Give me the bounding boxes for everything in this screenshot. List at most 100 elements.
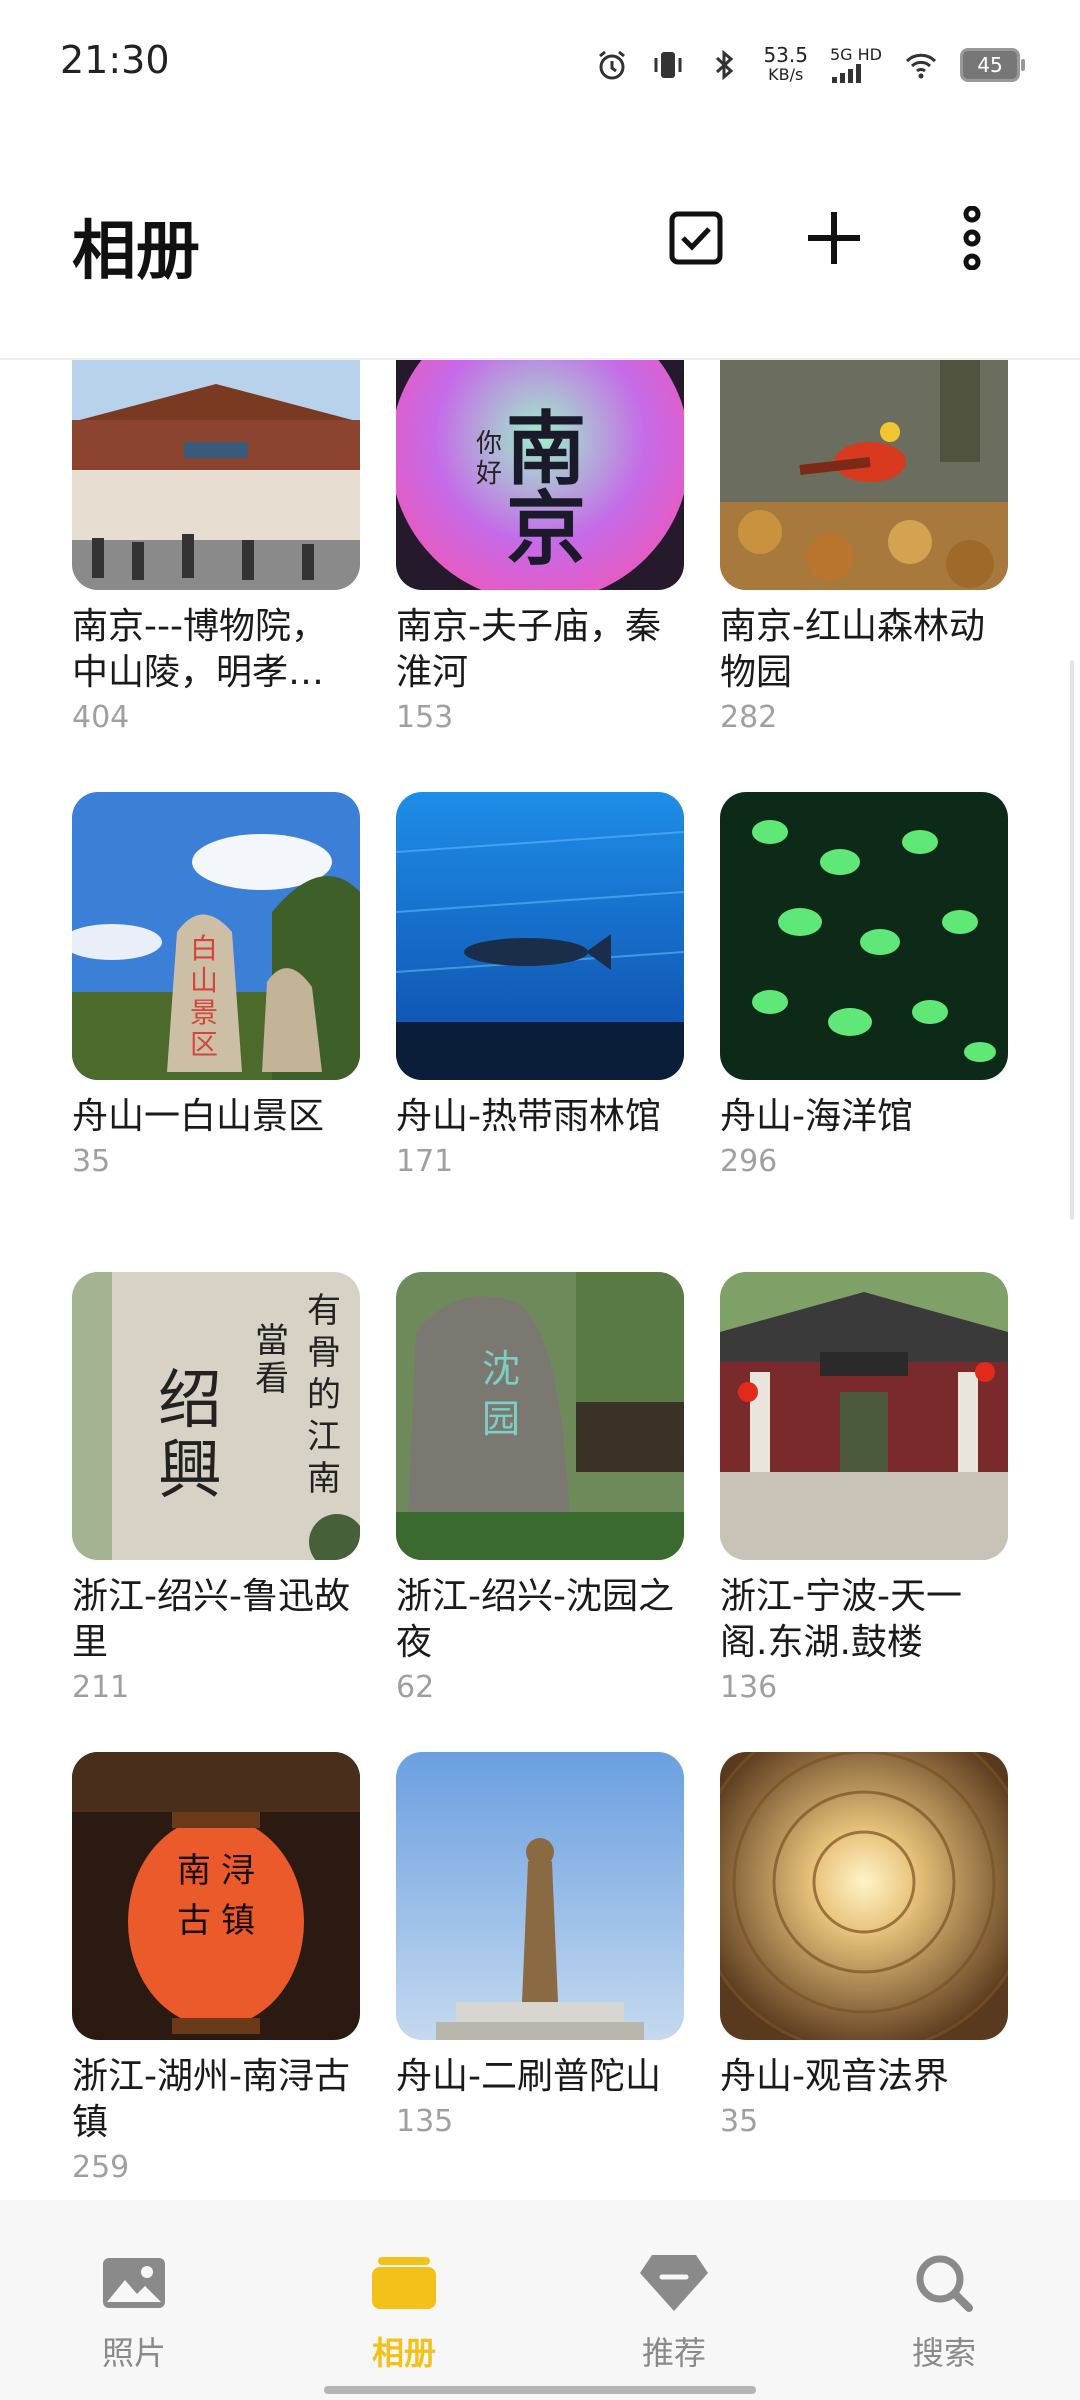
album-name: 舟山-海洋馆: [720, 1096, 913, 1137]
nav-tab-photos[interactable]: 照片: [44, 2248, 224, 2374]
more-icon: [963, 206, 981, 270]
thumb-text: 京: [506, 483, 586, 576]
album-card[interactable]: 舟山-海洋馆 296: [720, 792, 1008, 1179]
thumb-text: 区: [190, 1028, 218, 1061]
scrollbar[interactable]: [1070, 660, 1074, 1220]
thumb-text: 白: [190, 932, 218, 965]
battery-level: 45: [977, 53, 1003, 77]
album-name: 舟山-观音法界: [720, 2056, 949, 2097]
nav-tab-albums[interactable]: 相册: [314, 2248, 494, 2374]
album-count: 404: [72, 700, 130, 735]
status-icons: 53.5 KB/s 5G HD 45: [595, 40, 1025, 90]
album-thumbnail[interactable]: [720, 1752, 1008, 2040]
album-name: 舟山-热带雨林馆: [396, 1096, 661, 1137]
album-name: 浙江-湖州-南浔古镇: [72, 2056, 350, 2143]
album-count: 62: [396, 1670, 435, 1705]
nav-label-albums: 相册: [371, 2334, 436, 2372]
nav-label-photos: 照片: [101, 2334, 166, 2372]
thumb-text: 园: [482, 1397, 520, 1441]
net-speed: 53.5 KB/s: [763, 45, 808, 85]
album-grid: 南京---博物院，中山陵，明孝… 404 你好南京 南京-夫子庙，秦淮河 153…: [0, 360, 1080, 2200]
album-thumbnail[interactable]: [396, 1752, 684, 2040]
album-thumbnail[interactable]: 南浔古镇: [72, 1752, 360, 2040]
thumb-text: 當: [255, 1321, 289, 1361]
net-speed-unit: KB/s: [768, 65, 804, 84]
album-thumbnail[interactable]: 白山景区: [72, 792, 360, 1080]
album-card[interactable]: 南京---博物院，中山陵，明孝… 404: [72, 360, 360, 735]
album-name: 舟山一白山景区: [72, 1096, 325, 1137]
album-thumbnail[interactable]: [720, 360, 1008, 590]
thumb-text: 的: [307, 1375, 341, 1415]
thumb-text: 南: [307, 1459, 341, 1499]
bottom-nav: 照片 相册 推荐 搜索: [0, 2200, 1080, 2400]
status-bar: 21:30 53.5 KB/s 5G HD 45: [0, 0, 1080, 120]
thumb-text: 骨: [307, 1333, 341, 1373]
signal-group: 5G HD: [830, 47, 882, 83]
thumb-text: 江: [307, 1417, 341, 1457]
album-thumbnail[interactable]: 你好南京: [396, 360, 684, 590]
album-count: 282: [720, 700, 778, 735]
album-thumbnail[interactable]: [72, 360, 360, 590]
album-count: 135: [396, 2104, 454, 2139]
page-title: 相册: [72, 215, 200, 289]
nav-tab-search[interactable]: 搜索: [854, 2248, 1034, 2374]
album-card[interactable]: 你好南京 南京-夫子庙，秦淮河 153: [396, 360, 684, 735]
album-card[interactable]: 浙江-宁波-天一阁.东湖.鼓楼 136: [720, 1272, 1008, 1705]
wifi-icon: [905, 53, 937, 79]
signal-icon: [831, 64, 861, 83]
album-icon: [372, 2257, 436, 2309]
thumb-text: 绍: [158, 1364, 222, 1438]
net-speed-value: 53.5: [763, 43, 808, 67]
thumb-text: 镇: [221, 1901, 255, 1941]
select-button[interactable]: [656, 198, 736, 278]
home-indicator[interactable]: [324, 2386, 756, 2394]
album-card[interactable]: 南浔古镇 浙江-湖州-南浔古镇 259: [72, 1752, 360, 2185]
vibrate-icon: [654, 52, 682, 78]
nav-label-search: 搜索: [911, 2334, 976, 2372]
nav-icon-wrap: [584, 2248, 764, 2318]
album-thumbnail[interactable]: 绍興 當看有骨的江南: [72, 1272, 360, 1560]
album-count: 211: [72, 1670, 130, 1705]
album-card[interactable]: 绍興 當看有骨的江南 浙江-绍兴-鲁迅故里 211: [72, 1272, 360, 1705]
album-name: 南京---博物院，中山陵，明孝…: [72, 606, 327, 693]
album-count: 153: [396, 700, 454, 735]
nav-icon-wrap: [314, 2248, 494, 2318]
nav-icon-wrap: [44, 2248, 224, 2318]
app-header: 相册: [0, 120, 1080, 360]
album-count: 171: [396, 1144, 454, 1179]
thumb-text: 興: [158, 1434, 222, 1508]
thumb-text: 你: [476, 429, 502, 459]
album-card[interactable]: 舟山-观音法界 35: [720, 1752, 1008, 2139]
album-card[interactable]: 沈园 浙江-绍兴-沈园之夜 62: [396, 1272, 684, 1705]
album-thumbnail[interactable]: [720, 1272, 1008, 1560]
album-card[interactable]: 舟山-热带雨林馆 171: [396, 792, 684, 1179]
bluetooth-icon: [716, 49, 734, 81]
battery-icon: 45: [960, 48, 1025, 82]
album-count: 136: [720, 1670, 778, 1705]
album-count: 259: [72, 2150, 130, 2185]
more-button[interactable]: [932, 198, 1012, 278]
thumb-text: 南: [177, 1851, 211, 1891]
thumb-text: 好: [476, 459, 502, 489]
photo-icon: [103, 2258, 165, 2308]
network-label: 5G HD: [829, 45, 882, 64]
add-album-button[interactable]: [794, 198, 874, 278]
add-icon: [808, 212, 860, 264]
album-card[interactable]: 南京-红山森林动物园 282: [720, 360, 1008, 735]
select-icon: [669, 211, 723, 265]
thumb-text: 古: [177, 1901, 211, 1941]
album-name: 舟山-二刷普陀山: [396, 2056, 661, 2097]
diamond-icon: [640, 2255, 708, 2311]
album-thumbnail[interactable]: [396, 792, 684, 1080]
status-time: 21:30: [60, 38, 170, 82]
search-icon: [916, 2255, 973, 2312]
thumb-text: 景: [190, 996, 218, 1029]
album-name: 浙江-宁波-天一阁.东湖.鼓楼: [720, 1576, 962, 1663]
album-count: 35: [720, 2104, 759, 2139]
nav-icon-wrap: [854, 2248, 1034, 2318]
album-thumbnail[interactable]: 沈园: [396, 1272, 684, 1560]
album-card[interactable]: 白山景区 舟山一白山景区 35: [72, 792, 360, 1179]
album-card[interactable]: 舟山-二刷普陀山 135: [396, 1752, 684, 2139]
nav-tab-recommend[interactable]: 推荐: [584, 2248, 764, 2374]
album-thumbnail[interactable]: [720, 792, 1008, 1080]
